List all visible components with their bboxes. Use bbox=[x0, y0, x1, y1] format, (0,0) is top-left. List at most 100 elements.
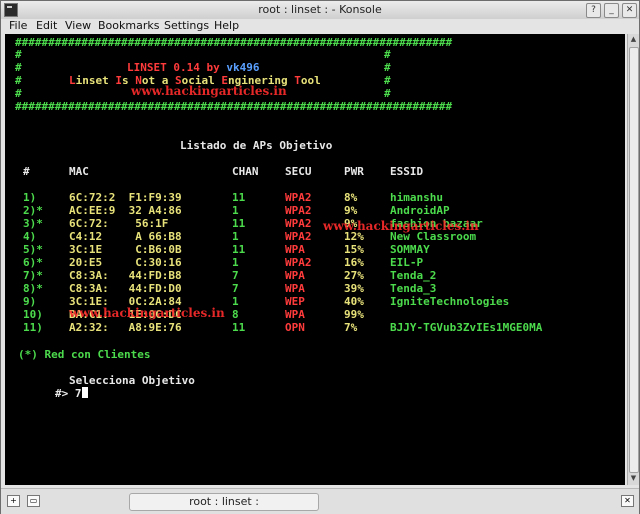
ap-row-10-pwr: 99% bbox=[344, 308, 364, 321]
ap-row-4-num: 4) bbox=[23, 230, 37, 243]
banner-side-left: # bbox=[15, 48, 22, 61]
col-header-mac: MAC bbox=[69, 165, 89, 178]
ap-row-9-essid: IgniteTechnologies bbox=[390, 295, 510, 308]
ap-row-7-num: 7)* bbox=[23, 269, 43, 282]
ap-row-6-pwr: 16% bbox=[344, 256, 364, 269]
ap-row-11-mac: A2:32: A8:9E:76 bbox=[69, 321, 182, 334]
tab-bar: + ▭ root : linset : ✕ bbox=[1, 488, 639, 514]
col-header-chan: CHAN bbox=[232, 165, 259, 178]
menu-edit[interactable]: Edit bbox=[36, 19, 57, 33]
ap-row-2-pwr: 9% bbox=[344, 204, 358, 217]
menu-view[interactable]: View bbox=[65, 19, 91, 33]
ap-row-1-pwr: 8% bbox=[344, 191, 358, 204]
watermark: www.hackingarticles.in bbox=[69, 306, 225, 320]
ap-row-8-secu: WPA bbox=[285, 282, 305, 295]
ap-row-7-essid: Tenda_2 bbox=[390, 269, 437, 282]
col-header-pwr: PWR bbox=[344, 165, 364, 178]
konsole-window: root : linset : - Konsole ? _ ✕ File Edi… bbox=[0, 0, 640, 514]
ap-row-2-chan: 1 bbox=[232, 204, 239, 217]
ap-row-10-num: 10) bbox=[23, 308, 43, 321]
banner-title: LINSET 0.14 by vk496 bbox=[127, 61, 259, 74]
ap-row-3-chan: 11 bbox=[232, 217, 246, 230]
ap-row-8-num: 8)* bbox=[23, 282, 43, 295]
ap-row-7-chan: 7 bbox=[232, 269, 239, 282]
ap-row-11-essid: BJJY-TGVub3ZvIEs1MGE0MA bbox=[390, 321, 543, 334]
ap-row-8-pwr: 39% bbox=[344, 282, 364, 295]
banner-side-right: # bbox=[384, 61, 391, 74]
ap-row-11-secu: OPN bbox=[285, 321, 305, 334]
ap-row-5-secu: WPA bbox=[285, 243, 305, 256]
banner-side-right: # bbox=[384, 87, 391, 100]
ap-row-9-pwr: 40% bbox=[344, 295, 364, 308]
ap-row-11-chan: 11 bbox=[232, 321, 246, 334]
tab-terminal[interactable]: root : linset : bbox=[129, 493, 319, 511]
menu-file[interactable]: File bbox=[9, 19, 27, 33]
ap-row-9-chan: 1 bbox=[232, 295, 239, 308]
ap-row-10-secu: WPA bbox=[285, 308, 305, 321]
col-header-essid: ESSID bbox=[390, 165, 424, 178]
ap-row-2-essid: AndroidAP bbox=[390, 204, 450, 217]
banner-border-bottom: ########################################… bbox=[15, 100, 453, 113]
banner-title-text: LINSET 0.14 by bbox=[127, 61, 227, 74]
ap-row-8-chan: 7 bbox=[232, 282, 239, 295]
tagline-part: T bbox=[294, 74, 301, 87]
menu-settings[interactable]: Settings bbox=[164, 19, 209, 33]
ap-row-1-chan: 11 bbox=[232, 191, 246, 204]
ap-row-6-num: 6)* bbox=[23, 256, 43, 269]
ap-row-3-mac: 6C:72: 56:1F bbox=[69, 217, 169, 230]
col-header-num: # bbox=[23, 165, 30, 178]
menu-bar: File Edit View Bookmarks Settings Help bbox=[1, 19, 639, 33]
ap-row-2-num: 2)* bbox=[23, 204, 43, 217]
window-title: root : linset : - Konsole bbox=[258, 3, 382, 16]
banner-side-left: # bbox=[15, 74, 22, 87]
ap-row-2-mac: AC:EE:9 32 A4:86 bbox=[69, 204, 182, 217]
scroll-down-icon[interactable]: ▼ bbox=[629, 474, 638, 484]
scroll-up-icon[interactable]: ▲ bbox=[629, 35, 638, 45]
ap-row-6-secu: WPA2 bbox=[285, 256, 312, 269]
ap-row-2-secu: WPA2 bbox=[285, 204, 312, 217]
prompt-label: Selecciona Objetivo bbox=[69, 374, 195, 387]
tagline-part: ool bbox=[300, 74, 321, 87]
tagline-part: inset bbox=[75, 74, 116, 87]
legend-text: (*) Red con Clientes bbox=[18, 348, 151, 361]
tagline-part: I bbox=[115, 74, 122, 87]
help-icon[interactable]: ? bbox=[586, 3, 601, 18]
new-tab-icon[interactable]: + bbox=[7, 495, 20, 507]
minimize-icon[interactable]: _ bbox=[604, 3, 619, 18]
ap-row-8-mac: C8:3A: 44:FD:D0 bbox=[69, 282, 182, 295]
tagline-part: L bbox=[69, 74, 76, 87]
ap-row-7-mac: C8:3A: 44:FD:B8 bbox=[69, 269, 182, 282]
ap-row-5-chan: 11 bbox=[232, 243, 246, 256]
title-bar[interactable]: root : linset : - Konsole ? _ ✕ bbox=[1, 1, 639, 20]
menu-bookmarks[interactable]: Bookmarks bbox=[98, 19, 159, 33]
banner-side-left: # bbox=[15, 87, 22, 100]
ap-row-5-mac: 3C:1E C:B6:0B bbox=[69, 243, 182, 256]
col-header-secu: SECU bbox=[285, 165, 312, 178]
ap-row-4-chan: 1 bbox=[232, 230, 239, 243]
ap-row-9-secu: WEP bbox=[285, 295, 305, 308]
ap-row-3-num: 3)* bbox=[23, 217, 43, 230]
menu-help[interactable]: Help bbox=[214, 19, 239, 33]
terminal-output[interactable]: ########################################… bbox=[5, 34, 625, 485]
command-prompt[interactable]: #> 7 bbox=[55, 387, 88, 400]
watermark: www.hackingarticles.in bbox=[131, 84, 287, 98]
ap-row-5-pwr: 15% bbox=[344, 243, 364, 256]
ap-row-4-secu: WPA2 bbox=[285, 230, 312, 243]
ap-row-7-pwr: 27% bbox=[344, 269, 364, 282]
ap-row-3-secu: WPA2 bbox=[285, 217, 312, 230]
close-icon[interactable]: ✕ bbox=[622, 3, 637, 18]
close-tab-icon[interactable]: ✕ bbox=[621, 495, 634, 507]
ap-row-1-essid: himanshu bbox=[390, 191, 443, 204]
ap-row-1-mac: 6C:72:2 F1:F9:39 bbox=[69, 191, 182, 204]
banner-side-right: # bbox=[384, 48, 391, 61]
ap-row-11-pwr: 7% bbox=[344, 321, 358, 334]
prompt-input[interactable]: #> 7 bbox=[55, 387, 82, 400]
vertical-scrollbar[interactable]: ▲ ▼ bbox=[627, 34, 639, 485]
ap-row-6-mac: 20:E5 C:30:16 bbox=[69, 256, 182, 269]
ap-row-8-essid: Tenda_3 bbox=[390, 282, 437, 295]
scroll-thumb[interactable] bbox=[629, 47, 639, 473]
ap-row-6-chan: 1 bbox=[232, 256, 239, 269]
ap-row-1-secu: WPA2 bbox=[285, 191, 312, 204]
terminal-tab-icon[interactable]: ▭ bbox=[27, 495, 40, 507]
watermark: www.hackingarticles.in bbox=[323, 219, 479, 233]
